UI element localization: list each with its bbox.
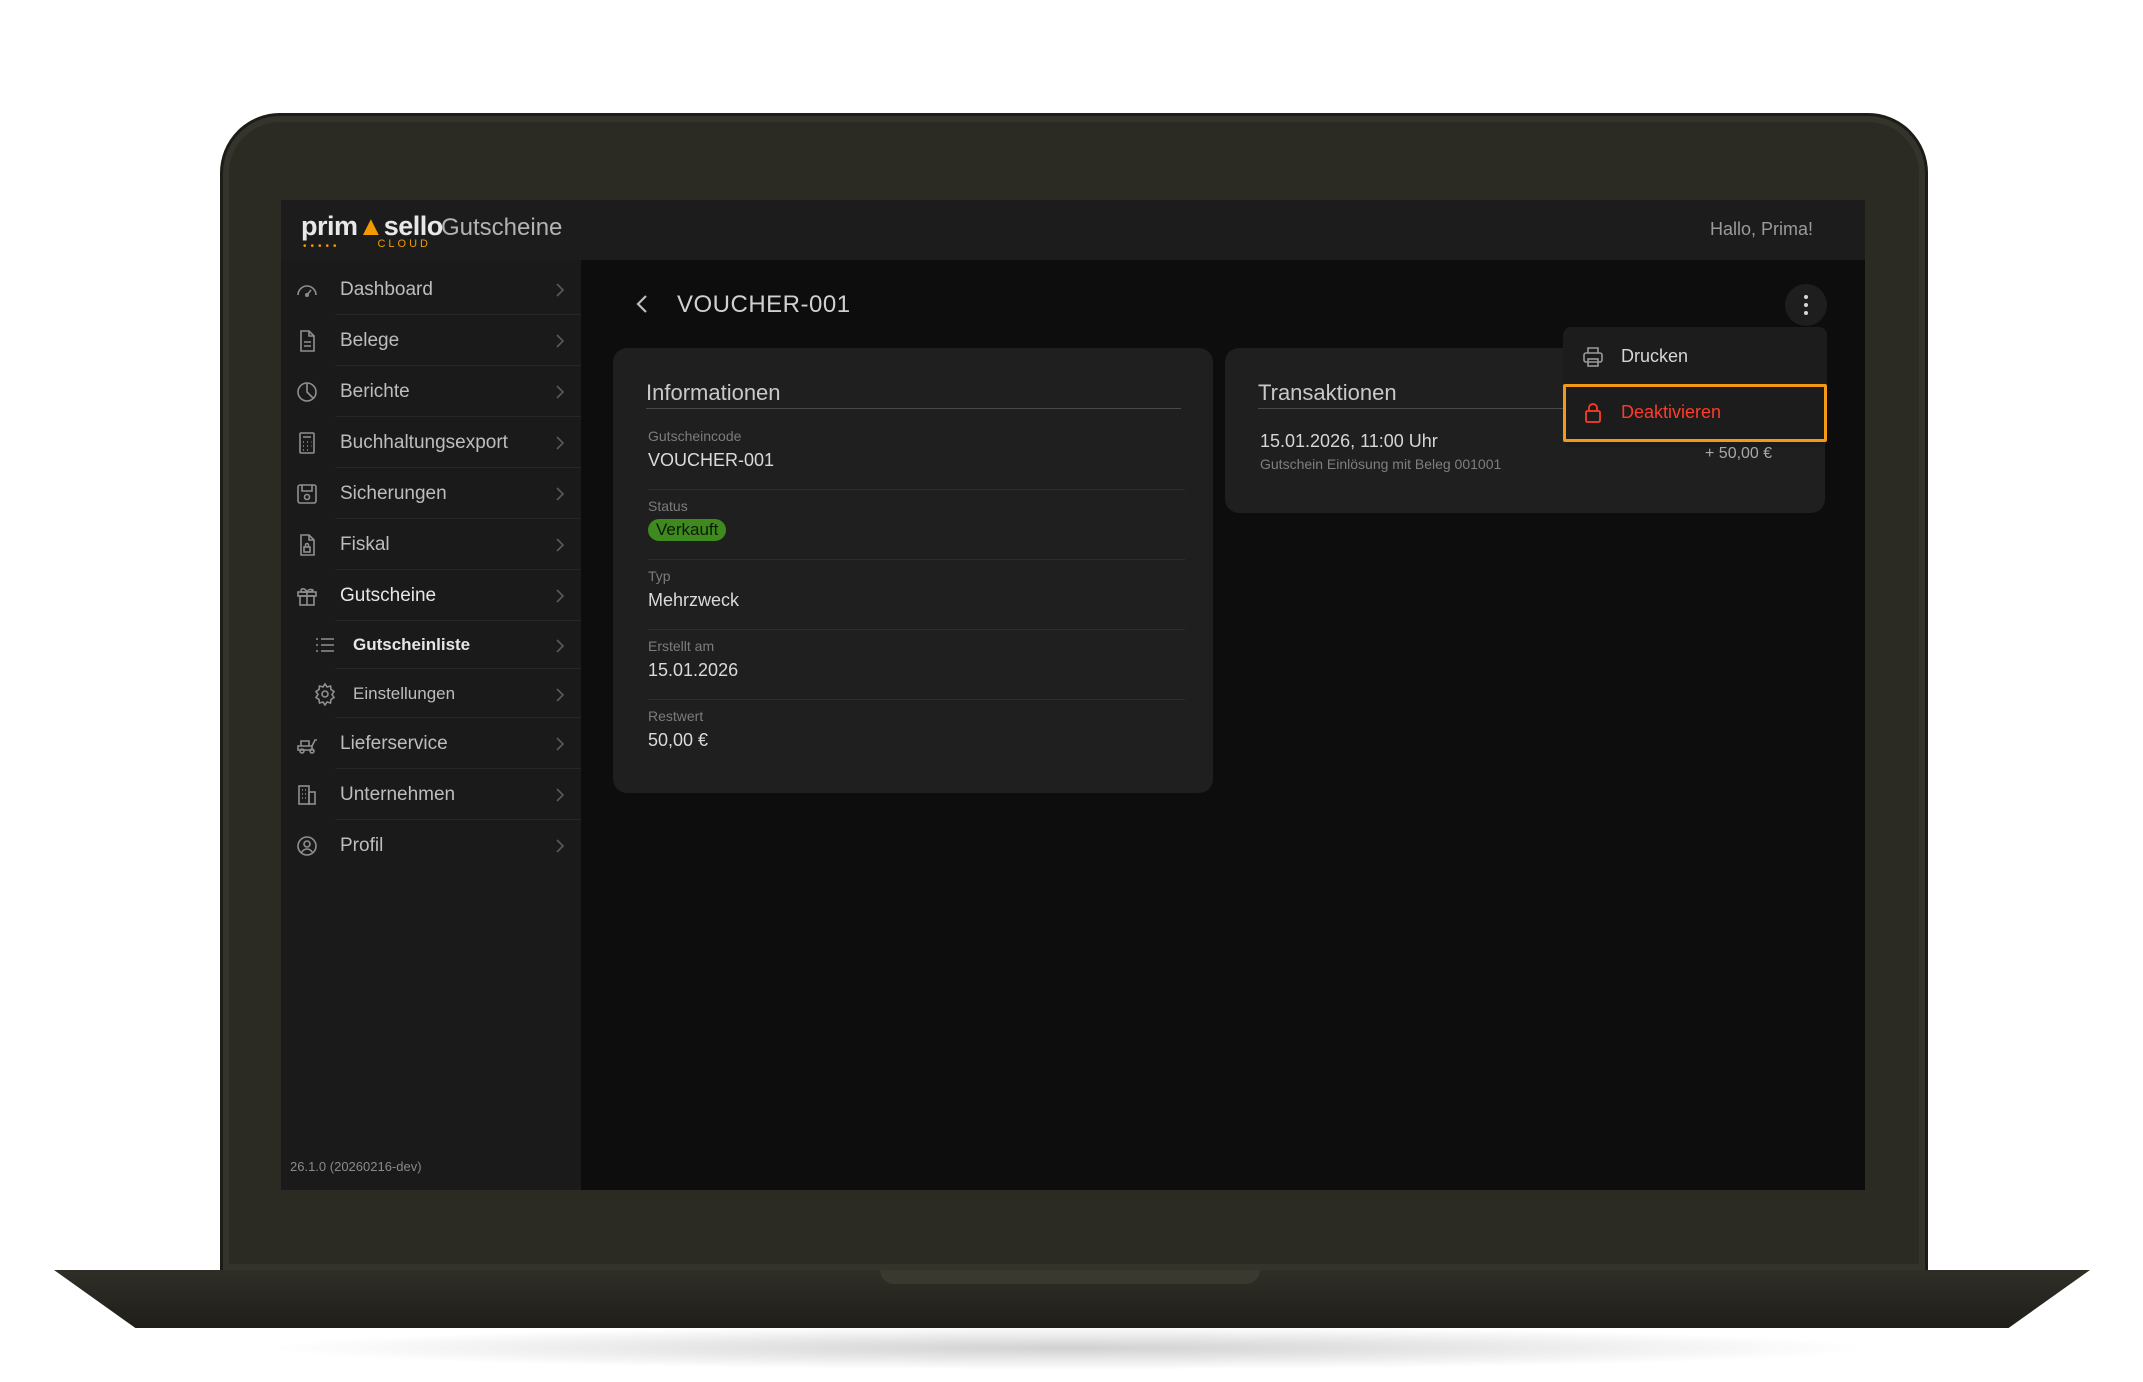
field-erstellt-am: Erstellt am 15.01.2026 [648,630,1185,700]
app-screen: prim▲sello CLOUD ••••• Gutscheine Hallo,… [281,200,1865,1190]
lock-document-icon [295,533,319,557]
pie-chart-icon [295,380,319,404]
back-arrow-icon[interactable] [633,292,651,316]
status-badge: Verkauft [648,519,727,541]
laptop-shadow [260,1326,1880,1370]
field-status: Status Verkauft [648,490,1185,560]
sidebar-subitem-gutscheinliste[interactable]: Gutscheinliste [281,621,581,669]
printer-icon [1581,345,1605,369]
field-typ: Typ Mehrzweck [648,560,1185,630]
sidebar-item-unternehmen[interactable]: Unternehmen [281,770,581,820]
delivery-icon [295,732,319,756]
user-greeting[interactable]: Hallo, Prima! [1710,219,1813,240]
user-circle-icon [295,834,319,858]
context-menu: Drucken Deaktivieren [1563,327,1827,447]
chevron-right-icon [553,435,567,451]
gear-icon [313,682,336,707]
field-restwert: Restwert 50,00 € [648,708,709,750]
chevron-right-icon [553,838,567,854]
chevron-right-icon [553,282,567,298]
calculator-icon [295,431,319,455]
sidebar-subitem-einstellungen[interactable]: Einstellungen [281,670,581,718]
chevron-right-icon [553,687,567,703]
menu-item-deaktivieren[interactable]: Deaktivieren [1563,384,1827,442]
list-icon [313,633,335,655]
app-version: 26.1.0 (20260216-dev) [290,1159,422,1174]
sidebar-item-berichte[interactable]: Berichte [281,367,581,417]
logo[interactable]: prim▲sello CLOUD ••••• [301,212,443,252]
sidebar-item-belege[interactable]: Belege [281,316,581,366]
gauge-icon [295,278,319,302]
document-icon [295,329,319,353]
info-card: Informationen Gutscheincode VOUCHER-001 … [613,348,1213,793]
top-bar: prim▲sello CLOUD ••••• Gutscheine Hallo,… [281,200,1865,260]
info-card-title: Informationen [646,380,781,405]
chevron-right-icon [553,537,567,553]
sidebar-item-profil[interactable]: Profil [281,821,581,871]
app-title: Gutscheine [441,214,563,241]
chevron-right-icon [553,333,567,349]
building-icon [295,783,319,807]
gift-icon [295,584,319,608]
transactions-card-title: Transaktionen [1258,380,1397,405]
chevron-right-icon [553,638,567,654]
laptop-notch [880,1270,1260,1284]
sidebar-item-sicherungen[interactable]: Sicherungen [281,469,581,519]
sidebar-item-buchhaltungsexport[interactable]: Buchhaltungsexport [281,418,581,468]
page-title: VOUCHER-001 [677,291,851,318]
chevron-right-icon [553,486,567,502]
sidebar-item-dashboard[interactable]: Dashboard [281,265,581,315]
menu-item-drucken[interactable]: Drucken [1563,331,1827,383]
chevron-right-icon [553,787,567,803]
chevron-right-icon [553,588,567,604]
save-icon [295,482,319,506]
sidebar-item-fiskal[interactable]: Fiskal [281,520,581,570]
sidebar-item-lieferservice[interactable]: Lieferservice [281,719,581,769]
lock-icon [1581,401,1605,425]
sidebar-item-gutscheine[interactable]: Gutscheine [281,571,581,621]
sidebar: Dashboard Belege Berichte Buchhaltungsex… [281,260,581,1190]
chevron-right-icon [553,384,567,400]
field-gutscheincode: Gutscheincode VOUCHER-001 [648,420,1185,490]
more-options-button[interactable] [1785,284,1827,326]
chevron-right-icon [553,736,567,752]
